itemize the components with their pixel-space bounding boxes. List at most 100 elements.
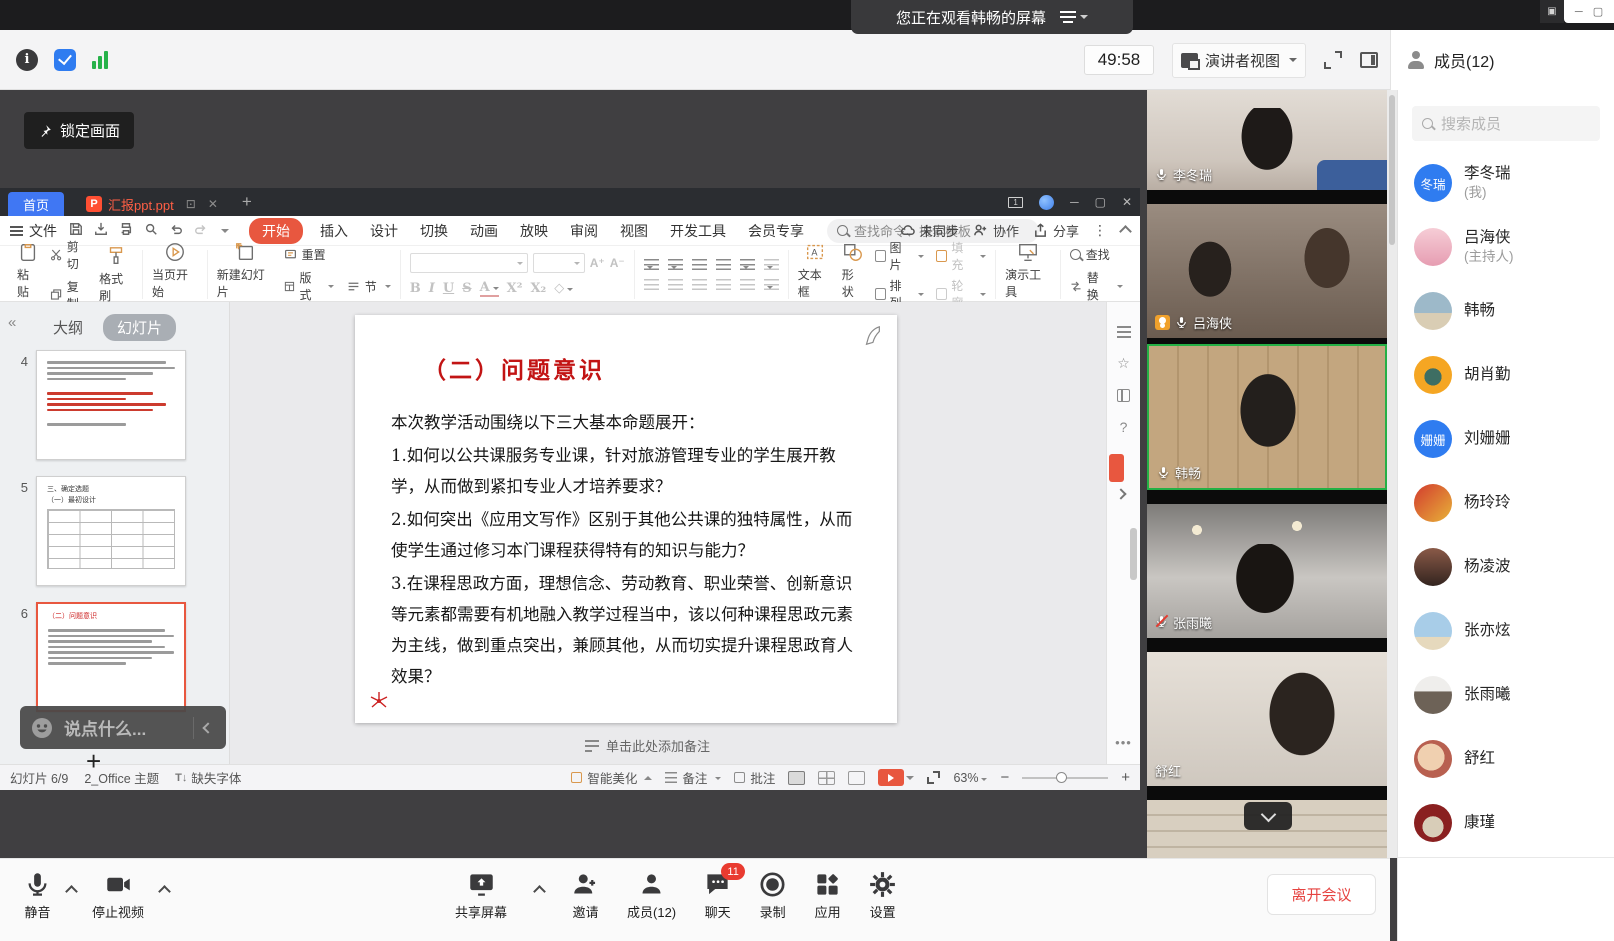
align-left-button[interactable] (644, 279, 659, 291)
format-painter-button[interactable]: 格式刷 (99, 245, 133, 304)
member-search-input[interactable]: 搜索成员 (1412, 106, 1600, 141)
wps-minimize-icon[interactable]: ─ (1070, 195, 1079, 209)
underline-button[interactable]: U (443, 281, 454, 296)
bullet-list-button[interactable] (644, 259, 659, 271)
zoom-out-button[interactable]: − (1000, 769, 1009, 786)
zoom-percent[interactable]: 63% (953, 771, 987, 785)
video-tile-active-speaker[interactable]: 韩畅 (1147, 344, 1387, 490)
window-controls[interactable]: ▣ ─▢ (1540, 0, 1614, 23)
align-right-button[interactable] (692, 279, 707, 291)
toggle-sidebar-button[interactable] (1360, 52, 1378, 68)
numbered-list-button[interactable] (668, 259, 683, 271)
align-center-button[interactable] (668, 279, 683, 291)
collapse-chat-icon[interactable] (202, 722, 213, 733)
help-icon[interactable]: ? (1120, 419, 1128, 435)
share-button[interactable]: 分享 (1033, 221, 1079, 240)
canvas-scrollbar[interactable] (1130, 528, 1137, 580)
wps-maximize-icon[interactable]: ▢ (1095, 195, 1106, 209)
print-preview-icon[interactable] (144, 222, 158, 239)
highlight-button[interactable]: ◇ (554, 281, 573, 296)
zoom-in-button[interactable]: + (1121, 769, 1130, 786)
font-size-select[interactable] (533, 253, 585, 273)
layout-panel-icon[interactable] (1117, 389, 1130, 402)
shapes-button[interactable]: 形状 (842, 241, 865, 309)
textbox-button[interactable]: A 文本框 (798, 241, 832, 309)
ribbon-tab-member[interactable]: 会员专享 (748, 221, 804, 241)
record-button[interactable]: 录制 (759, 871, 786, 921)
member-row[interactable]: 韩畅 (1398, 279, 1614, 343)
quick-chat-overlay[interactable]: 说点什么... (20, 706, 226, 749)
font-color-button[interactable]: A (480, 280, 499, 297)
member-row[interactable]: 张雨曦 (1398, 663, 1614, 727)
reset-button[interactable]: 重置 (284, 246, 391, 263)
invite-button[interactable]: 邀请 (572, 871, 599, 921)
ribbon-tab-slideshow[interactable]: 放映 (520, 221, 548, 241)
collapse-panel-icon[interactable]: « (8, 314, 16, 331)
more-options-icon[interactable]: ••• (1107, 735, 1140, 750)
slides-tab[interactable]: 幻灯片 (103, 314, 176, 341)
ribbon-tab-devtools[interactable]: 开发工具 (670, 221, 726, 241)
italic-button[interactable]: I (429, 281, 435, 296)
subscript-button[interactable]: X₂ (530, 281, 546, 296)
font-family-select[interactable] (410, 253, 528, 273)
wps-close-icon[interactable]: ✕ (1122, 195, 1132, 209)
caret-down-icon[interactable] (221, 229, 229, 237)
slideshow-button[interactable] (878, 769, 914, 786)
pin-tab-icon[interactable]: ⊡ (186, 197, 196, 211)
play-from-current-button[interactable]: 当页开始 (152, 241, 198, 309)
expand-pane-icon[interactable] (1115, 488, 1126, 499)
zoom-slider[interactable] (1022, 777, 1108, 779)
meeting-info-icon[interactable]: i (16, 49, 38, 71)
fit-slide-icon[interactable] (927, 771, 940, 784)
ribbon-tab-insert[interactable]: 插入 (320, 221, 348, 241)
banner-menu-icon[interactable] (1060, 16, 1076, 18)
redo-icon[interactable] (194, 222, 208, 239)
animation-panel-icon[interactable]: ☆ (1117, 355, 1130, 372)
smart-beautify-button[interactable]: 智能美化 (571, 768, 652, 787)
leave-meeting-button[interactable]: 离开会议 (1267, 874, 1376, 915)
decrease-indent-button[interactable] (692, 259, 707, 271)
increase-font-button[interactable]: A⁺ (590, 256, 605, 270)
video-strip-scrollbar[interactable] (1387, 90, 1397, 858)
member-row[interactable]: 胡肖勤 (1398, 343, 1614, 407)
view-mode-dropdown[interactable]: 演讲者视图 (1172, 43, 1306, 78)
undo-icon[interactable] (169, 222, 183, 239)
member-row[interactable]: 姗姗 刘姗姗 (1398, 407, 1614, 471)
member-row[interactable]: 吕海侠(主持人) (1398, 215, 1614, 279)
bold-button[interactable]: B (410, 281, 421, 296)
columns-button[interactable] (764, 279, 779, 291)
ribbon-tab-view[interactable]: 视图 (620, 221, 648, 241)
find-button[interactable]: 查找 (1070, 246, 1123, 263)
increase-indent-button[interactable] (716, 259, 731, 271)
layout-button[interactable]: 版式 节 (284, 269, 391, 303)
export-icon[interactable] (94, 222, 108, 239)
video-tile[interactable]: 张雨曦 (1147, 504, 1387, 638)
close-tab-icon[interactable]: ✕ (208, 197, 218, 211)
wps-home-tab[interactable]: 首页 (8, 192, 64, 216)
lock-view-button[interactable]: 锁定画面 (24, 112, 134, 149)
member-row[interactable]: 张亦炫 (1398, 599, 1614, 663)
print-icon[interactable] (119, 222, 133, 239)
decrease-font-button[interactable]: A⁻ (610, 256, 625, 270)
camera-options-chevron[interactable] (158, 885, 171, 898)
apps-button[interactable]: 应用 (814, 871, 841, 921)
video-tile[interactable]: 舒红 (1147, 652, 1387, 786)
mute-button[interactable]: 静音 (24, 871, 51, 921)
current-slide[interactable]: （二）问题意识 本次教学活动围绕以下三大基本命题展开： 1.如何以公共课服务专业… (355, 315, 897, 723)
task-pane-tab[interactable] (1109, 454, 1124, 482)
slide-thumbnail-6-selected[interactable]: 6 （二）问题意识 (0, 602, 186, 712)
chat-input-placeholder[interactable]: 说点什么... (64, 715, 183, 740)
justify-button[interactable] (716, 279, 731, 291)
replace-button[interactable]: 替换 (1070, 269, 1123, 303)
emoji-icon[interactable] (30, 716, 54, 740)
member-row[interactable]: 杨玲玲 (1398, 471, 1614, 535)
settings-button[interactable]: 设置 (869, 871, 896, 921)
ribbon-tab-transition[interactable]: 切换 (420, 221, 448, 241)
collapse-ribbon-icon[interactable] (1119, 225, 1132, 238)
ribbon-tab-animation[interactable]: 动画 (470, 221, 498, 241)
reading-view-button[interactable] (848, 771, 865, 785)
member-row[interactable]: 舒红 (1398, 727, 1614, 791)
wps-cloud-icon[interactable] (1039, 195, 1054, 210)
ribbon-tab-review[interactable]: 审阅 (570, 221, 598, 241)
stop-video-button[interactable]: 停止视频 (92, 871, 144, 921)
